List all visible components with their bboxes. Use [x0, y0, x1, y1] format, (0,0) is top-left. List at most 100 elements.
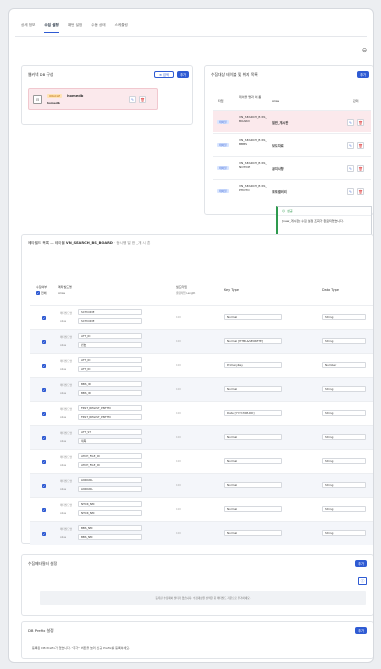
- field-label: 메타필드명: [60, 384, 72, 387]
- key-type-select[interactable]: Normal [HTML&SECRETE]: [224, 338, 282, 344]
- key-type-select[interactable]: Normal: [224, 506, 282, 512]
- key-type-select[interactable]: Normal: [224, 530, 282, 536]
- field-name-input[interactable]: FRST_REGIST_PNTTM: [78, 405, 142, 411]
- target-table-row[interactable]: 테이블 VN_SEARCH_B RS_PHOTO 포토갤러리 ✎ 🗑: [213, 179, 371, 201]
- data-type-select[interactable]: String: [322, 338, 366, 344]
- alias-input[interactable]: 제목: [78, 438, 142, 444]
- field-name-input[interactable]: ATT_ST: [78, 429, 142, 435]
- field-name-input[interactable]: SCTCODE: [78, 309, 142, 315]
- tab-manual-status[interactable]: 수동 상태: [91, 23, 105, 33]
- key-type-select[interactable]: Normal: [224, 434, 282, 440]
- db-search-button[interactable]: ⊕ 검색: [154, 71, 174, 78]
- target-table-row[interactable]: 테이블 VN_SEARCH_B RS_NOTICE 공지사항 ✎ 🗑: [213, 156, 371, 178]
- collect-checkbox[interactable]: ✓: [42, 508, 46, 512]
- key-type-select[interactable]: Date [YYYY-MM-DD]: [224, 410, 282, 416]
- alias-input[interactable]: ATT_ID: [78, 366, 142, 372]
- row-edit-button[interactable]: ✎: [347, 165, 354, 172]
- field-name-input[interactable]: BBS_NM: [78, 525, 142, 531]
- filter-add-button[interactable]: 추가: [355, 560, 367, 567]
- data-type-select[interactable]: Number: [322, 362, 366, 368]
- collect-checkbox[interactable]: ✓: [42, 340, 46, 344]
- alias-input[interactable]: BBS_ID: [78, 390, 142, 396]
- data-type-select[interactable]: String: [322, 314, 366, 320]
- field-name-input[interactable]: ATT_ID: [78, 357, 142, 363]
- collect-checkbox[interactable]: ✓: [42, 436, 46, 440]
- row-edit-button[interactable]: ✎: [347, 119, 354, 126]
- row-delete-button[interactable]: 🗑: [357, 142, 364, 149]
- db-config-card: 웹커넥 DB 구성 ⊕ 검색 추가 ⊟ ORACLE homedb homedb…: [21, 65, 193, 125]
- field-length: 100: [176, 340, 181, 343]
- field-length: 100: [176, 436, 181, 439]
- key-type-select[interactable]: Normal: [224, 314, 282, 320]
- table-name: VN_SEARCH_B RS_BOARD: [239, 115, 267, 123]
- tab-details[interactable]: 상세 정보: [21, 23, 35, 33]
- alias-input[interactable]: ATCH_FILE_ID: [78, 462, 142, 468]
- meta-field-row: ✓ 메타필드명 ATT_ID Alias ATT_ID 100 PrimaryKey Numb…: [30, 353, 373, 377]
- field-name-input[interactable]: BBS_ID: [78, 381, 142, 387]
- meta-header: 수집여부 ✓ 전체 메타필드명 Alias 필드타입 컬럼타입 Length K…: [30, 283, 373, 303]
- collect-checkbox[interactable]: ✓: [42, 460, 46, 464]
- db-delete-button[interactable]: 🗑: [139, 96, 146, 103]
- tab-scheduling[interactable]: 스케줄링: [115, 23, 128, 33]
- field-length: 100: [176, 532, 181, 535]
- row-delete-button[interactable]: 🗑: [357, 165, 364, 172]
- field-name-input[interactable]: ATT_ID: [78, 333, 142, 339]
- target-table-row[interactable]: 테이블 VN_SEARCH_B RS_BBBS 보도자료 ✎ 🗑: [213, 133, 371, 155]
- field-name-input[interactable]: NTCR_NM: [78, 501, 142, 507]
- collect-checkbox[interactable]: ✓: [42, 316, 46, 320]
- collapse-icon[interactable]: ⊖: [362, 47, 367, 54]
- collect-checkbox[interactable]: ✓: [42, 412, 46, 416]
- collect-checkbox[interactable]: ✓: [42, 364, 46, 368]
- type-badge: 테이블: [217, 189, 229, 193]
- field-label: 메타필드명: [60, 456, 72, 459]
- alias-input[interactable]: 번호: [78, 342, 142, 348]
- alias-label: Alias: [60, 392, 67, 395]
- select-all-checkbox[interactable]: ✓: [36, 291, 40, 295]
- data-type-select[interactable]: String: [322, 530, 366, 536]
- db-add-button[interactable]: 추가: [177, 71, 189, 78]
- toast-success-1[interactable]: ☺ 성공 [new_게시판] 수집 설정 조회가 완료되었습니다.: [276, 206, 372, 236]
- collect-checkbox[interactable]: ✓: [42, 532, 46, 536]
- table-name: VN_SEARCH_B RS_BBBS: [239, 138, 267, 146]
- field-name-input[interactable]: LINKURL: [78, 477, 142, 483]
- tab-divider: [15, 36, 367, 37]
- tab-collect-settings[interactable]: 수집 설정: [44, 23, 59, 33]
- db-edit-button[interactable]: ✎: [129, 96, 136, 103]
- row-edit-button[interactable]: ✎: [347, 142, 354, 149]
- data-type-select[interactable]: String: [322, 386, 366, 392]
- trash-icon: 🗑: [358, 189, 363, 194]
- alias-input[interactable]: NTCR_NM: [78, 510, 142, 516]
- field-length: 100: [176, 364, 181, 367]
- data-type-select[interactable]: String: [322, 506, 366, 512]
- target-add-button[interactable]: 추가: [357, 71, 369, 78]
- target-table-row[interactable]: 테이블 VN_SEARCH_B RS_BOARD 일반_게시판 ✎ 🗑: [213, 110, 371, 132]
- meta-field-row: ✓ 메타필드명 BBS_NM Alias BBS_NM 100 Normal String: [30, 521, 373, 545]
- key-type-select[interactable]: Normal: [224, 482, 282, 488]
- row-edit-button[interactable]: ✎: [347, 188, 354, 195]
- pencil-icon: ✎: [130, 97, 134, 102]
- col-keytype: Key Type: [224, 288, 240, 292]
- alias-input[interactable]: FRST_REGIST_PNTTM: [78, 414, 142, 420]
- key-type-select[interactable]: Normal: [224, 386, 282, 392]
- data-type-select[interactable]: String: [322, 434, 366, 440]
- row-delete-button[interactable]: 🗑: [357, 188, 364, 195]
- key-type-select[interactable]: Normal: [224, 458, 282, 464]
- collect-checkbox[interactable]: ✓: [42, 388, 46, 392]
- data-type-select[interactable]: String: [322, 410, 366, 416]
- key-type-select[interactable]: PrimaryKey: [224, 362, 282, 368]
- row-delete-button[interactable]: 🗑: [357, 119, 364, 126]
- data-type-select[interactable]: String: [322, 482, 366, 488]
- field-label: 메타필드명: [60, 528, 72, 531]
- check-icon: ☺: [282, 209, 286, 213]
- alias-input[interactable]: SCTCODE: [78, 318, 142, 324]
- tab-pattern-settings[interactable]: 패턴 설정: [68, 23, 82, 33]
- field-name-input[interactable]: ATCH_FILE_ID: [78, 453, 142, 459]
- search-icon: ⊕: [159, 72, 162, 77]
- meta-field-row: ✓ 메타필드명 FRST_REGIST_PNTTM Alias FRST_REGIST_…: [30, 401, 373, 425]
- data-type-select[interactable]: String: [322, 458, 366, 464]
- prefix-add-button[interactable]: 추가: [355, 627, 367, 634]
- collect-checkbox[interactable]: ✓: [42, 484, 46, 488]
- alias-input[interactable]: BBS_NM: [78, 534, 142, 540]
- alias-input[interactable]: LINKURL: [78, 486, 142, 492]
- db-item[interactable]: ⊟ ORACLE homedb homedb ✎ 🗑: [28, 88, 158, 110]
